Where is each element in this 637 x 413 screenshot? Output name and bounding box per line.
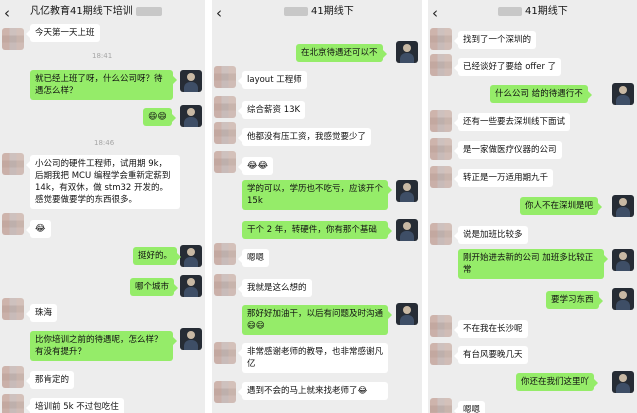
avatar[interactable] bbox=[2, 298, 24, 320]
chat-title-text: 41期线下 bbox=[525, 6, 568, 17]
avatar[interactable] bbox=[612, 371, 634, 393]
avatar[interactable] bbox=[214, 274, 236, 296]
message-bubble: 转正是一万适用期九千 bbox=[453, 169, 554, 187]
avatar[interactable] bbox=[396, 180, 418, 202]
message-bubble: 嗯嗯 bbox=[237, 249, 270, 267]
chat-panel-3: ‹ 41期线下 找到了一个深圳的 已经谈好了要给 offer 了 什么公司 给的… bbox=[428, 0, 637, 413]
chat-title: 41期线下 bbox=[498, 5, 568, 19]
back-arrow-icon[interactable]: ‹ bbox=[216, 4, 222, 22]
avatar[interactable] bbox=[430, 223, 452, 245]
timestamp: 18:41 bbox=[92, 52, 113, 60]
message-bubble: 是一家做医疗仪器的公司 bbox=[454, 141, 562, 159]
avatar[interactable] bbox=[396, 219, 418, 241]
message-bubble: 那肯定的 bbox=[25, 371, 75, 389]
message-bubble: 培训前 5k 不过包吃住 bbox=[26, 398, 124, 413]
message-bubble: 😄😄 bbox=[143, 108, 176, 126]
avatar[interactable] bbox=[214, 381, 236, 403]
back-arrow-icon[interactable]: ‹ bbox=[4, 4, 10, 22]
chat-header: ‹ 41期线下 bbox=[428, 0, 637, 26]
message-bubble: 今天第一天上班 bbox=[26, 24, 100, 42]
message-bubble: 你人不在深圳是吧 bbox=[520, 197, 603, 215]
blurred-name bbox=[135, 6, 162, 16]
avatar[interactable] bbox=[2, 28, 24, 50]
avatar[interactable] bbox=[214, 342, 236, 364]
avatar[interactable] bbox=[430, 110, 452, 132]
avatar[interactable] bbox=[430, 28, 452, 50]
avatar[interactable] bbox=[430, 166, 452, 188]
message-bubble: 嗯嗯 bbox=[453, 401, 486, 413]
avatar[interactable] bbox=[430, 138, 452, 160]
message-bubble: 遇到不会的马上就来找老师了😂 bbox=[238, 382, 388, 400]
avatar[interactable] bbox=[430, 343, 452, 365]
chat-header: ‹ 凡亿教育41期线下培训 bbox=[0, 0, 205, 26]
message-bubble: 还有一些要去深圳线下面试 bbox=[453, 113, 571, 131]
avatar[interactable] bbox=[2, 366, 24, 388]
avatar[interactable] bbox=[214, 96, 236, 118]
blurred-name bbox=[498, 6, 522, 16]
avatar[interactable] bbox=[612, 288, 634, 310]
message-bubble: 干个 2 年，转硬件，你有那个基础 bbox=[242, 221, 392, 239]
message-bubble: 不在我在长沙呢 bbox=[454, 320, 528, 338]
avatar[interactable] bbox=[2, 394, 24, 413]
avatar[interactable] bbox=[2, 153, 24, 175]
avatar[interactable] bbox=[180, 275, 202, 297]
chat-title-text: 41期线下 bbox=[311, 6, 354, 17]
avatar[interactable] bbox=[612, 249, 634, 271]
avatar[interactable] bbox=[396, 41, 418, 63]
message-bubble: 就已经上班了呀，什么公司呀？待遇怎么样？ bbox=[30, 70, 177, 100]
chat-title: 41期线下 bbox=[284, 5, 354, 19]
avatar[interactable] bbox=[612, 83, 634, 105]
avatar[interactable] bbox=[214, 151, 236, 173]
message-bubble: 找到了一个深圳的 bbox=[453, 31, 537, 49]
message-bubble: 学的可以，学历也不吃亏，应该开个 15k bbox=[242, 180, 392, 210]
message-bubble: layout 工程师 bbox=[238, 71, 307, 89]
avatar[interactable] bbox=[180, 245, 202, 267]
chat-title: 凡亿教育41期线下培训 bbox=[30, 5, 162, 19]
message-bubble: 说是加班比较多 bbox=[454, 226, 528, 244]
avatar[interactable] bbox=[2, 213, 24, 235]
message-bubble: 比你培训之前的待遇呢，怎么样？有没有提升？ bbox=[30, 331, 177, 361]
avatar[interactable] bbox=[430, 315, 452, 337]
message-bubble: 小公司的硬件工程师，试用期 9k，后期我把 MCU 编程学会重新定薪到 14k，… bbox=[26, 155, 180, 209]
message-bubble: 刚开始进去新的公司 加班多比较正常 bbox=[458, 249, 608, 279]
avatar[interactable] bbox=[214, 122, 236, 144]
timestamp: 18:46 bbox=[94, 139, 115, 147]
avatar[interactable] bbox=[180, 105, 202, 127]
avatar[interactable] bbox=[430, 398, 452, 413]
message-bubble: 综合薪资 13K bbox=[237, 101, 306, 119]
avatar[interactable] bbox=[396, 303, 418, 325]
avatar[interactable] bbox=[180, 328, 202, 350]
message-bubble: 我就是这么想的 bbox=[238, 279, 312, 297]
chat-panel-2: ‹ 41期线下 在北京待遇还可以不 layout 工程师 综合薪资 13K 他都… bbox=[212, 0, 422, 413]
avatar[interactable] bbox=[214, 243, 236, 265]
message-bubble: 😂😂 bbox=[237, 157, 274, 175]
blurred-name bbox=[284, 6, 308, 16]
chat-panel-1: ‹ 凡亿教育41期线下培训 今天第一天上班 18:41 就已经上班了呀，什么公司… bbox=[0, 0, 205, 413]
avatar[interactable] bbox=[612, 195, 634, 217]
message-bubble: 😂 bbox=[26, 220, 51, 238]
message-bubble: 在北京待遇还可以不 bbox=[296, 44, 387, 62]
message-bubble: 非常感谢老师的教导，也非常感谢凡亿 bbox=[238, 343, 388, 373]
message-bubble: 什么公司 给的待遇行不 bbox=[490, 85, 592, 103]
chat-header: ‹ 41期线下 bbox=[212, 0, 422, 26]
message-bubble: 已经谈好了要给 offer 了 bbox=[453, 58, 562, 76]
message-bubble: 他都没有压工资，我感觉要少了 bbox=[237, 128, 372, 146]
message-bubble: 哪个城市 bbox=[130, 278, 179, 296]
message-bubble: 你还在我们这里吖 bbox=[516, 373, 599, 391]
message-bubble: 要学习东西 bbox=[546, 291, 602, 309]
avatar[interactable] bbox=[180, 70, 202, 92]
message-bubble: 有台风要晚几天 bbox=[454, 346, 528, 364]
back-arrow-icon[interactable]: ‹ bbox=[432, 4, 438, 22]
avatar[interactable] bbox=[214, 66, 236, 88]
avatar[interactable] bbox=[430, 54, 452, 76]
message-bubble: 挺好的。 bbox=[133, 247, 182, 265]
chat-title-text: 凡亿教育41期线下培训 bbox=[30, 6, 133, 17]
message-bubble: 那好好加油干，以后有问题及时沟通😄😄 bbox=[242, 305, 392, 335]
message-bubble: 珠海 bbox=[25, 304, 58, 322]
